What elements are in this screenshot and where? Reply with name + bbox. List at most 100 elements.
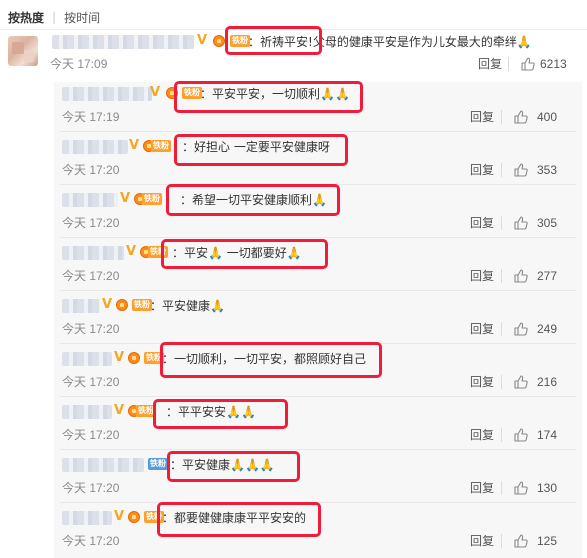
divider xyxy=(60,449,576,450)
like-count: 130 xyxy=(537,481,558,495)
username-blurred[interactable] xyxy=(62,405,112,419)
reply-button[interactable]: 回复 xyxy=(470,109,494,125)
fan-badge: 铁粉 xyxy=(148,246,168,258)
like-count: 216 xyxy=(537,375,558,389)
reply-text: ：好担心 一定要平安健康呀 xyxy=(182,140,330,154)
crown-icon xyxy=(213,35,225,47)
reply-button[interactable]: 回复 xyxy=(470,268,494,284)
divider xyxy=(60,237,576,238)
divider xyxy=(501,428,502,442)
divider xyxy=(0,29,587,30)
reply-button[interactable]: 回复 xyxy=(470,533,494,549)
reply-button[interactable]: 回复 xyxy=(470,215,494,231)
divider xyxy=(60,502,576,503)
fan-badge: 铁粉 xyxy=(142,193,162,205)
like-count: 125 xyxy=(537,534,558,548)
reply-text: ：平安平安，一切顺利🙏🙏 xyxy=(200,87,350,101)
reply-text: ：都要健健康康平平安安的 xyxy=(162,511,307,525)
crown-icon xyxy=(128,352,140,364)
verified-v-icon: V xyxy=(102,297,113,312)
reply-text: ：一切顺利，一切平安，都照顾好自己 xyxy=(162,352,367,366)
reply-time: 今天 17:20 xyxy=(62,163,120,177)
divider xyxy=(60,131,576,132)
thumbs-up-icon[interactable] xyxy=(514,163,528,177)
reply-button[interactable]: 回复 xyxy=(470,427,494,443)
reply-time: 今天 17:20 xyxy=(62,428,120,442)
reply-time: 今天 17:19 xyxy=(62,110,120,124)
divider xyxy=(501,269,502,283)
like-count: 249 xyxy=(537,322,558,336)
divider xyxy=(501,216,502,230)
username-blurred[interactable] xyxy=(62,299,100,313)
username-blurred[interactable] xyxy=(62,458,144,472)
sort-tabs: 按热度 | 按时间 xyxy=(8,8,100,26)
reply-button[interactable]: 回复 xyxy=(470,321,494,337)
username-blurred[interactable] xyxy=(62,511,112,525)
divider xyxy=(501,481,502,495)
reply-time: 今天 17:20 xyxy=(62,534,120,548)
thumbs-up-icon[interactable] xyxy=(514,481,528,495)
thumbs-up-icon[interactable] xyxy=(514,110,528,124)
thumbs-up-icon[interactable] xyxy=(521,57,535,71)
username-blurred[interactable] xyxy=(62,87,152,101)
reply-button[interactable]: 回复 xyxy=(470,480,494,496)
divider xyxy=(60,396,576,397)
reply-text: ：希望一切平安健康顺利🙏 xyxy=(180,193,327,207)
reply-time: 今天 17:20 xyxy=(62,216,120,230)
thumbs-up-icon[interactable] xyxy=(514,322,528,336)
fan-badge: 铁粉 xyxy=(182,87,202,99)
thumbs-up-icon[interactable] xyxy=(514,534,528,548)
avatar[interactable] xyxy=(8,36,38,66)
comment-text-highlight: ：祈祷平安! xyxy=(248,35,313,49)
divider xyxy=(501,322,502,336)
reply-button[interactable]: 回复 xyxy=(470,374,494,390)
tab-by-hot[interactable]: 按热度 xyxy=(8,9,44,26)
comment-text: ：祈祷平安!父母的健康平安是作为儿女最大的牵绊🙏 xyxy=(248,33,532,51)
thumbs-up-icon[interactable] xyxy=(514,216,528,230)
crown-icon xyxy=(166,87,178,99)
like-count: 174 xyxy=(537,428,558,442)
reply-time: 今天 17:20 xyxy=(62,375,120,389)
fan-badge: 铁粉 xyxy=(151,140,171,152)
thumbs-up-icon[interactable] xyxy=(514,269,528,283)
like-count: 6213 xyxy=(540,57,567,71)
comment-time: 今天 17:09 xyxy=(50,57,108,71)
verified-v-icon: V xyxy=(114,403,125,418)
reply-time: 今天 17:20 xyxy=(62,269,120,283)
divider xyxy=(60,184,576,185)
like-count: 277 xyxy=(537,269,558,283)
reply-text: ：平安🙏 一切都要好🙏 xyxy=(172,246,302,260)
reply-time: 今天 17:20 xyxy=(62,322,120,336)
username-blurred[interactable] xyxy=(62,246,124,260)
verified-v-icon: V xyxy=(120,191,131,206)
divider xyxy=(501,163,502,177)
username-blurred[interactable] xyxy=(62,193,118,207)
tab-separator: | xyxy=(52,10,57,24)
tab-by-time[interactable]: 按时间 xyxy=(64,9,100,26)
divider xyxy=(508,57,509,71)
verified-v-icon: V xyxy=(129,138,140,153)
reply-text: ：平安健康🙏🙏🙏 xyxy=(170,458,275,472)
reply-time: 今天 17:20 xyxy=(62,481,120,495)
thumbs-up-icon[interactable] xyxy=(514,428,528,442)
divider xyxy=(501,534,502,548)
divider xyxy=(501,375,502,389)
username-blurred[interactable] xyxy=(52,35,194,49)
like-count: 305 xyxy=(537,216,558,230)
reply-button[interactable]: 回复 xyxy=(470,162,494,178)
verified-v-icon: V xyxy=(126,244,137,259)
fan-badge: 铁粉 xyxy=(148,458,168,470)
username-blurred[interactable] xyxy=(62,352,112,366)
thumbs-up-icon[interactable] xyxy=(514,375,528,389)
reply-text: ：平平安安🙏🙏 xyxy=(166,405,256,419)
verified-v-icon: V xyxy=(197,33,208,48)
comment-text-rest: 父母的健康平安是作为儿女最大的牵绊 xyxy=(312,35,517,49)
divider xyxy=(501,110,502,124)
like-count: 353 xyxy=(537,163,558,177)
fan-badge: 铁粉 xyxy=(144,511,164,523)
username-blurred[interactable] xyxy=(62,140,128,154)
reply-text: ：平安健康🙏 xyxy=(150,299,225,313)
verified-v-icon: V xyxy=(114,509,125,524)
pray-emoji: 🙏 xyxy=(516,35,532,49)
reply-button[interactable]: 回复 xyxy=(478,56,502,72)
